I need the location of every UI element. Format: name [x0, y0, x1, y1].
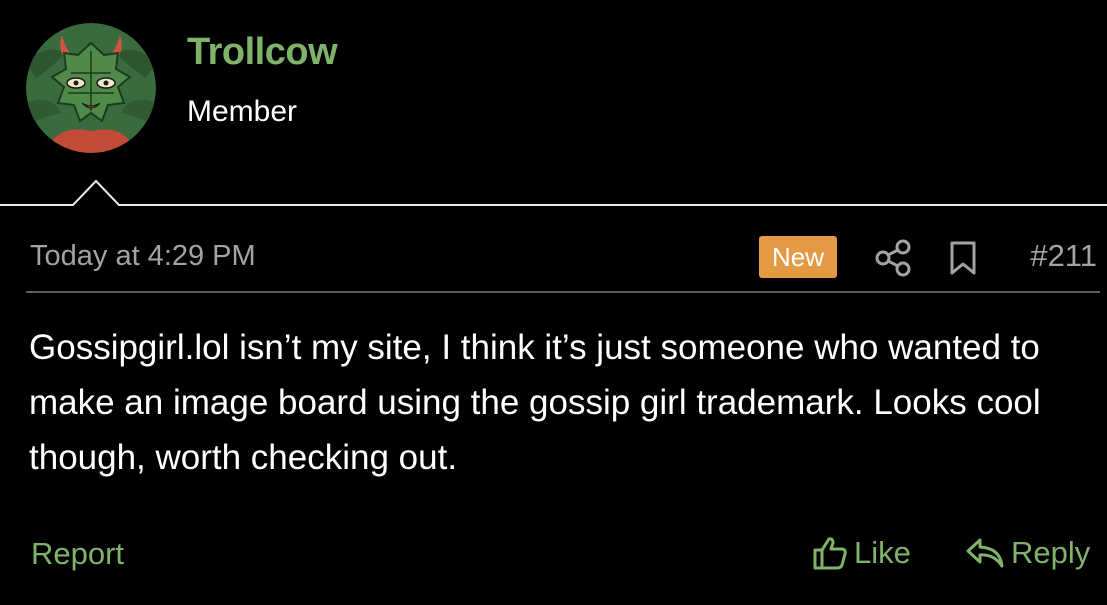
- message-divider: [0, 179, 1107, 206]
- avatar-image: [26, 23, 156, 153]
- reply-button[interactable]: Reply: [965, 533, 1090, 573]
- username[interactable]: Trollcow: [187, 31, 338, 74]
- thumbs-up-icon: [813, 537, 847, 570]
- report-link[interactable]: Report: [31, 536, 124, 572]
- avatar[interactable]: [26, 23, 156, 153]
- share-icon[interactable]: [873, 239, 913, 277]
- meta-divider: [26, 291, 1100, 293]
- like-label: Like: [854, 535, 911, 570]
- post-number-link[interactable]: #211: [1030, 238, 1097, 274]
- reply-label: Reply: [1011, 535, 1091, 570]
- new-badge: New: [759, 236, 837, 278]
- reply-icon: [966, 538, 1004, 568]
- post-timestamp[interactable]: Today at 4:29 PM: [30, 240, 256, 273]
- like-button[interactable]: Like: [812, 533, 911, 573]
- user-role: Member: [187, 95, 298, 128]
- forum-post: Trollcow Member Today at 4:29 PM New #21…: [0, 0, 1107, 605]
- bookmark-icon[interactable]: [948, 240, 978, 276]
- post-message: Gossipgirl.lol isn’t my site, I think it…: [29, 328, 1041, 477]
